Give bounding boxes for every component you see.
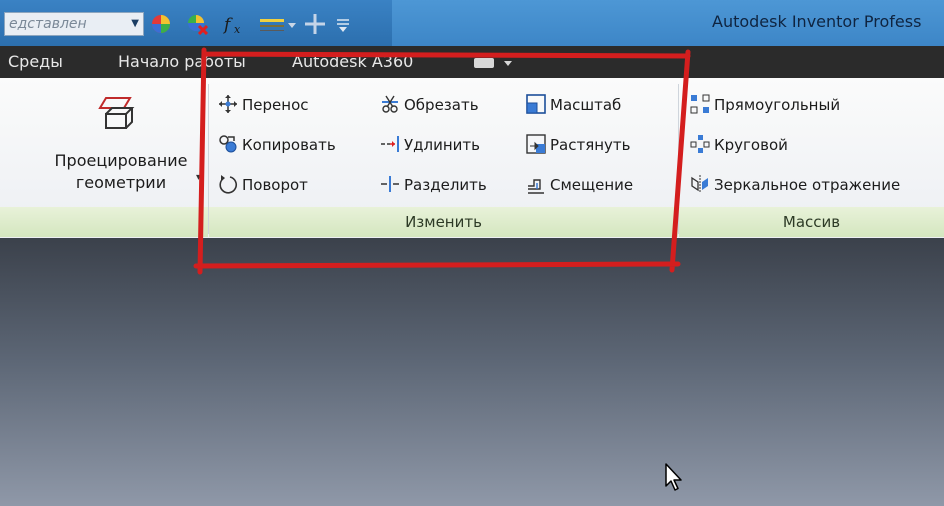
tool-label: Прямоугольный: [714, 96, 841, 114]
ribbon-tabs: Среды Начало работы Autodesk A360: [0, 46, 944, 78]
tool-rotate[interactable]: Поворот: [218, 174, 308, 195]
panel-toggle-icon[interactable]: [474, 56, 514, 70]
project-geometry-icon[interactable]: [96, 94, 136, 136]
tool-rectangular-pattern[interactable]: Прямоугольный: [690, 94, 840, 115]
extend-icon: [381, 136, 399, 152]
trim-icon: [382, 95, 398, 113]
tool-mirror[interactable]: Зеркальное отражение: [690, 174, 900, 195]
tool-label: Поворот: [242, 176, 308, 194]
tool-label: Копировать: [242, 136, 336, 154]
tool-label: Перенос: [242, 96, 309, 114]
offset-icon: [528, 179, 544, 194]
tool-label: Масштаб: [550, 96, 622, 114]
tool-label: Разделить: [404, 176, 487, 194]
tool-split[interactable]: Разделить: [380, 174, 487, 195]
tool-move[interactable]: Перенос: [218, 94, 309, 115]
tool-label: Растянуть: [550, 136, 631, 154]
tool-offset[interactable]: Смещение: [526, 174, 633, 195]
svg-text:f: f: [222, 15, 233, 35]
svg-text:x: x: [234, 23, 241, 35]
tab-autodesk-a360[interactable]: Autodesk A360: [292, 52, 413, 71]
mouse-cursor-icon: [665, 463, 682, 491]
project-geometry-button[interactable]: Проецирование геометрии: [36, 150, 206, 194]
chevron-down-icon[interactable]: ▼: [131, 13, 139, 35]
cross-icon[interactable]: [302, 13, 328, 35]
panel-title-pattern[interactable]: Массив: [679, 207, 944, 237]
panel-title-modify[interactable]: Изменить: [209, 207, 678, 237]
panel-title-projection: [0, 207, 208, 237]
circular-pattern-icon: [690, 135, 710, 153]
tool-circular-pattern[interactable]: Круговой: [690, 134, 788, 155]
stretch-icon: [526, 134, 546, 154]
color-wheel-icon[interactable]: [150, 13, 172, 35]
title-bar: едставлен ▼ f x Autodesk Inventor Profes…: [0, 0, 944, 46]
project-geometry-dropdown-icon[interactable]: ▾: [196, 172, 201, 183]
tool-label: Зеркальное отражение: [714, 176, 901, 194]
tool-label: Смещение: [550, 176, 634, 194]
tool-scale[interactable]: Масштаб: [526, 94, 621, 115]
project-geometry-label-1: Проецирование: [54, 151, 188, 170]
app-title: Autodesk Inventor Profess: [712, 12, 922, 31]
tool-label: Удлинить: [404, 136, 480, 154]
mirror-icon: [691, 175, 708, 193]
move-icon: [219, 95, 237, 113]
line-weight-icon[interactable]: [258, 13, 298, 35]
tool-stretch[interactable]: Растянуть: [526, 134, 631, 155]
scale-icon: [526, 94, 546, 114]
tool-trim[interactable]: Обрезать: [380, 94, 479, 115]
rectangular-pattern-icon: [690, 94, 710, 114]
tool-copy[interactable]: Копировать: [218, 134, 336, 155]
tab-get-started[interactable]: Начало работы: [118, 52, 246, 71]
project-geometry-label-2: геометрии: [75, 173, 167, 192]
tab-environments[interactable]: Среды: [8, 52, 63, 71]
function-fx-icon[interactable]: f x: [222, 13, 248, 35]
split-icon: [381, 176, 399, 192]
graphics-viewport[interactable]: [0, 238, 944, 506]
tool-label: Круговой: [714, 136, 788, 154]
tool-label: Обрезать: [404, 96, 479, 114]
appearance-combo[interactable]: едставлен ▼: [4, 12, 144, 36]
copy-icon: [219, 135, 237, 153]
appearance-combo-value: едставлен: [9, 16, 87, 32]
customize-icon[interactable]: [334, 13, 352, 35]
tool-extend[interactable]: Удлинить: [380, 134, 480, 155]
rotate-icon: [219, 175, 237, 194]
color-wheel-remove-icon[interactable]: [186, 13, 208, 35]
